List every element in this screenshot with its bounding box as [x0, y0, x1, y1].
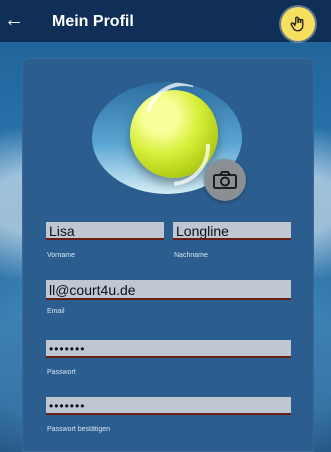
- profile-card: Lisa Vorname Longline Nachname ll@court4…: [22, 58, 314, 452]
- email-field[interactable]: ll@court4u.de: [46, 280, 291, 300]
- tennis-ball-avatar: [116, 82, 238, 194]
- email-label: Email: [47, 308, 65, 315]
- page-title: Mein Profil: [52, 13, 134, 30]
- back-arrow-icon[interactable]: ←: [4, 10, 24, 30]
- password-field[interactable]: •••••••: [46, 340, 291, 358]
- camera-icon: [213, 171, 237, 189]
- first-name-field[interactable]: Lisa: [46, 222, 164, 240]
- hand-pointer-icon: [281, 7, 315, 41]
- password-label: Passwort: [47, 369, 76, 376]
- last-name-label: Nachname: [174, 252, 208, 259]
- password-confirm-field[interactable]: •••••••: [46, 397, 291, 415]
- last-name-field[interactable]: Longline: [173, 222, 291, 240]
- camera-button[interactable]: [204, 159, 246, 201]
- first-name-label: Vorname: [47, 252, 76, 259]
- password-confirm-label: Passwort bestätigen: [47, 426, 111, 433]
